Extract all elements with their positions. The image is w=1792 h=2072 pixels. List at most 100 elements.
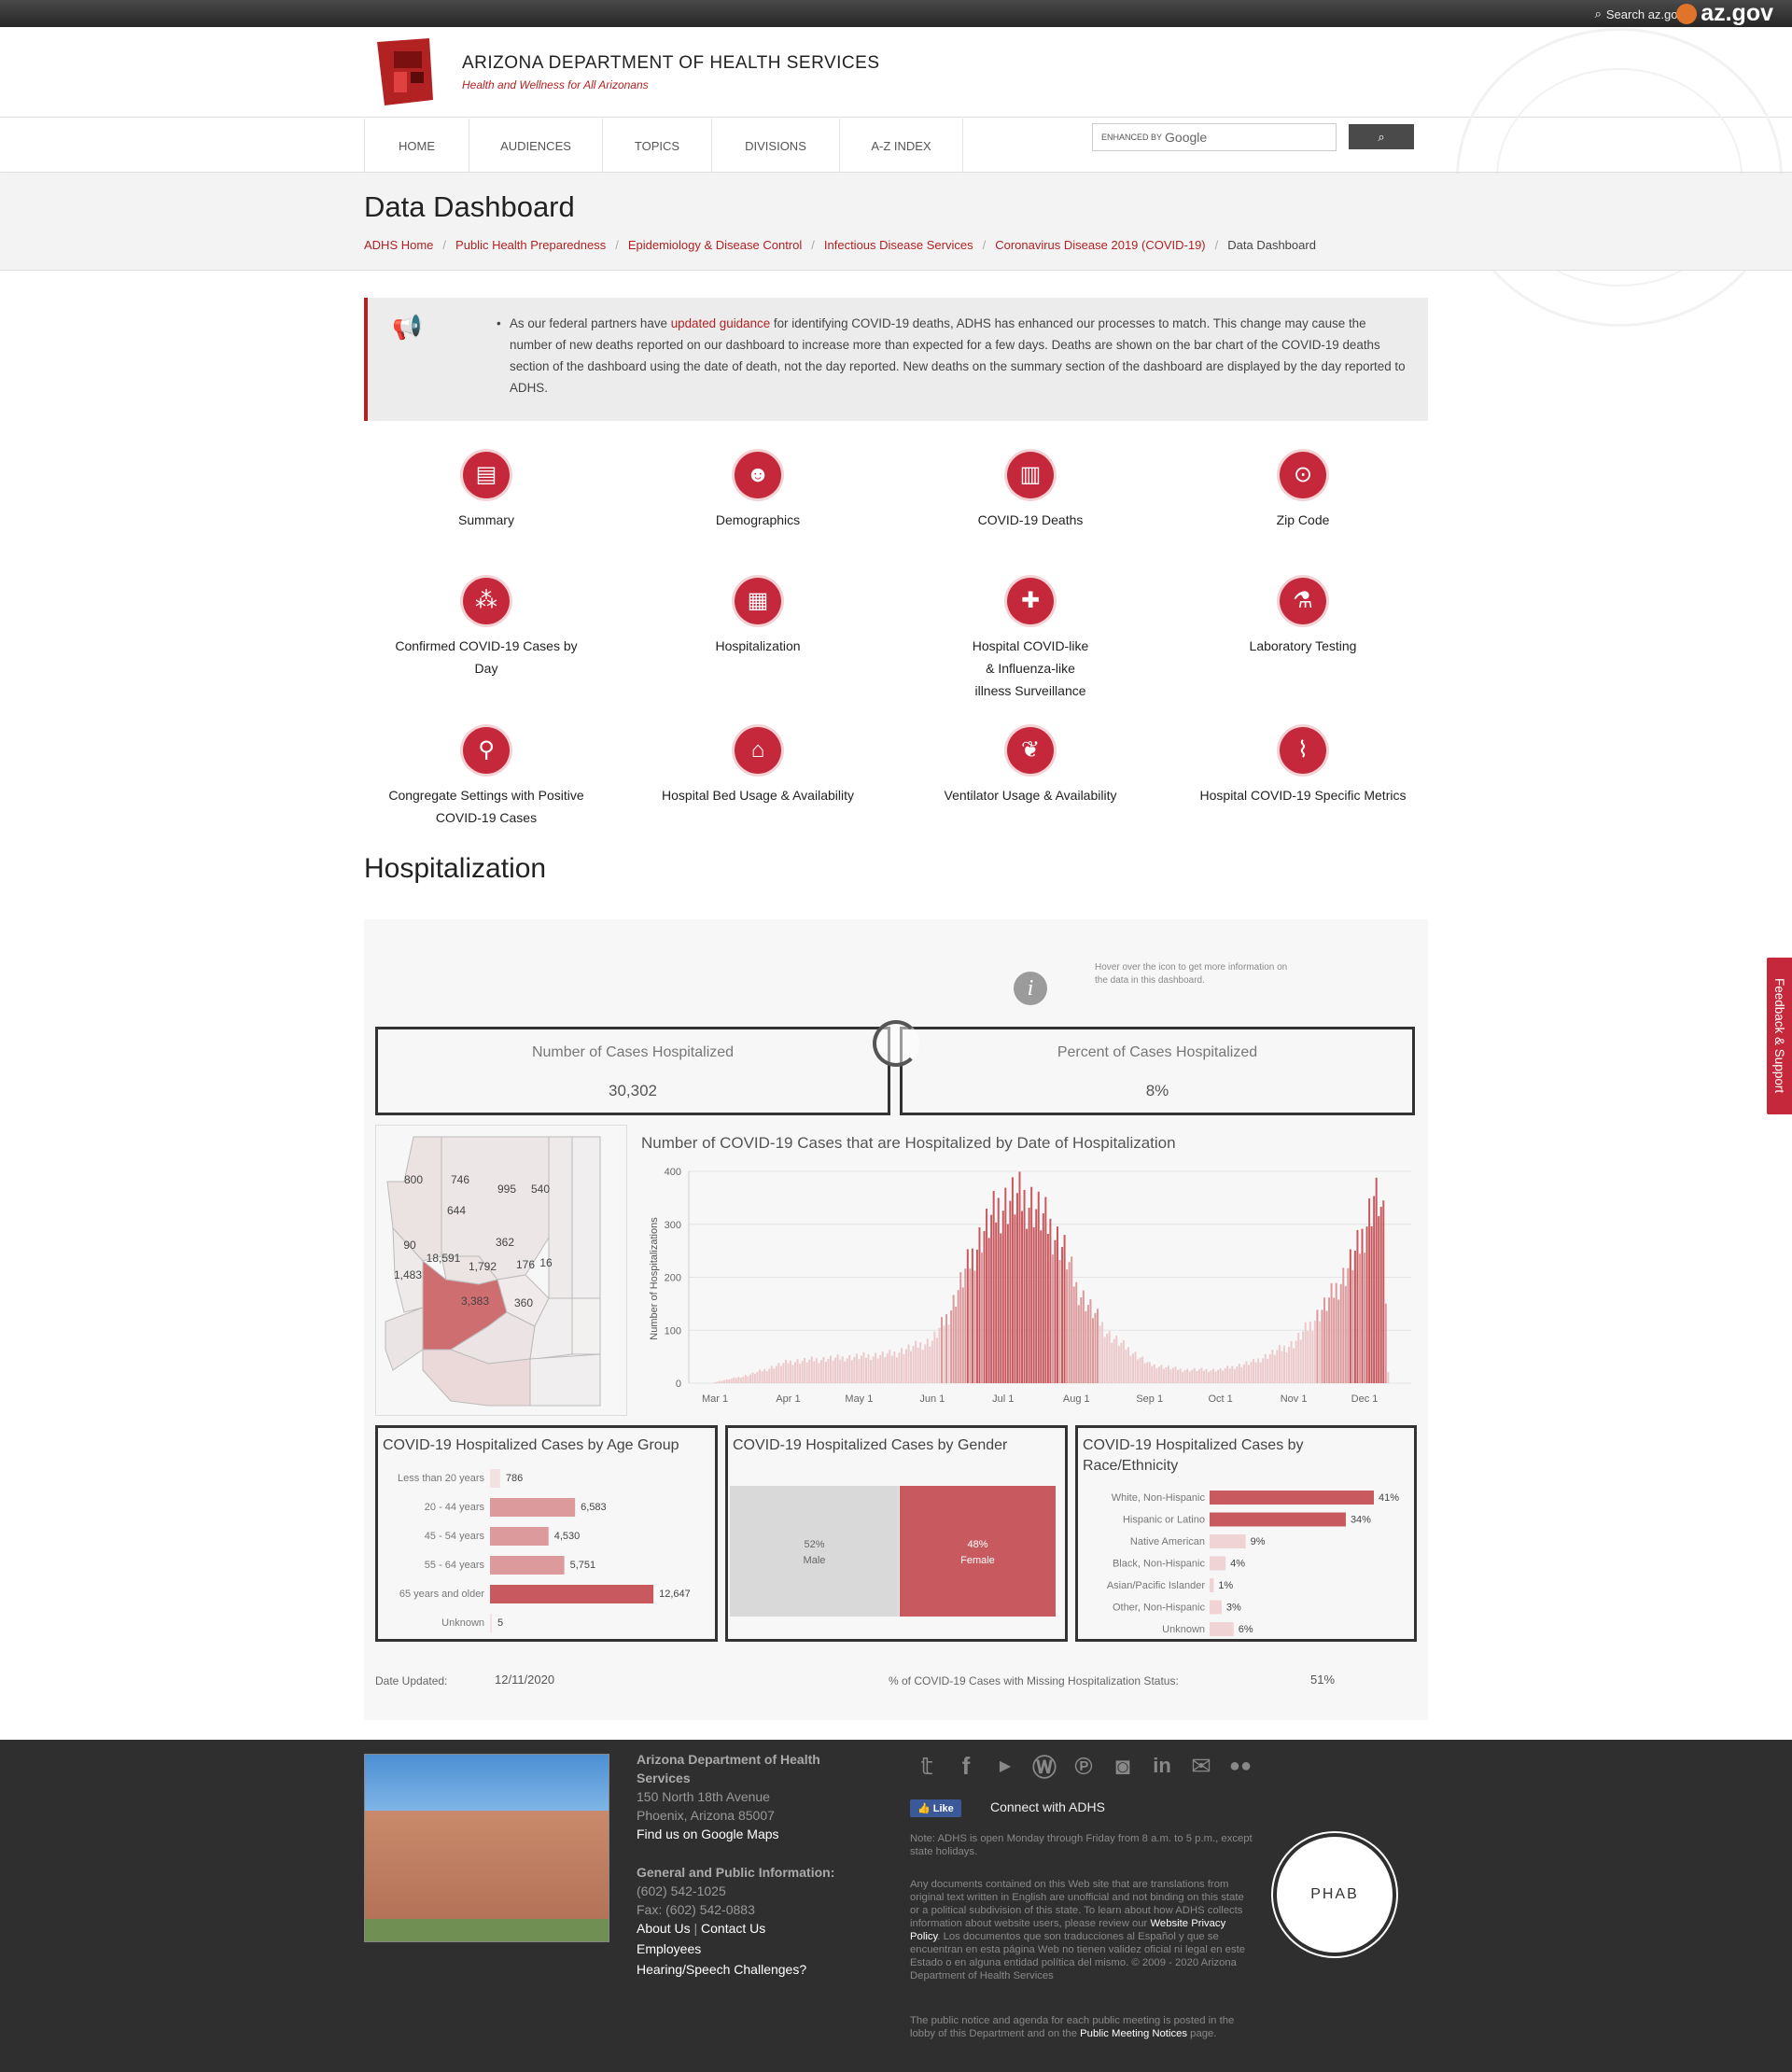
daily-bar	[898, 1352, 901, 1383]
daily-bar	[1295, 1340, 1297, 1383]
daily-bar	[947, 1324, 950, 1383]
daily-bar	[1127, 1347, 1129, 1383]
translation-disclaimer: Any documents contained on this Web site…	[910, 1878, 1255, 1982]
daily-bar	[1262, 1358, 1265, 1383]
daily-bar	[1325, 1310, 1328, 1383]
x-tick-label: Jun 1	[919, 1393, 945, 1405]
breadcrumb-public-health[interactable]: Public Health Preparedness	[455, 238, 606, 252]
tile-hospitalization[interactable]: ▦ Hospitalization	[641, 578, 875, 657]
tile-hospital-bed-usage-availability[interactable]: ⌂ Hospital Bed Usage & Availability	[641, 727, 875, 806]
twitter-icon[interactable]: 𝕥	[910, 1749, 944, 1783]
feedback-support-tab[interactable]: Feedback & Support	[1765, 956, 1792, 1116]
daily-bar	[969, 1268, 972, 1383]
wordpress-icon[interactable]: Ⓦ	[1028, 1749, 1061, 1783]
youtube-icon[interactable]: ▶	[988, 1749, 1022, 1783]
social-links: 𝕥 f ▶ Ⓦ ℗ ◙ in ✉ ●●	[910, 1749, 1257, 1783]
race-category-label: Black, Non-Hispanic	[1113, 1559, 1206, 1570]
daily-bar	[1231, 1365, 1234, 1383]
daily-bar	[1358, 1253, 1361, 1383]
breadcrumb-infectious-disease[interactable]: Infectious Disease Services	[824, 238, 973, 252]
daily-bar	[903, 1353, 905, 1383]
x-tick-label: Aug 1	[1063, 1393, 1090, 1405]
linkedin-icon[interactable]: in	[1145, 1749, 1179, 1783]
chart-title-hospitalizations: Number of COVID-19 Cases that are Hospit…	[641, 1134, 1176, 1152]
x-tick-label: Jul 1	[992, 1393, 1014, 1405]
about-us-link[interactable]: About Us	[637, 1921, 691, 1936]
instagram-icon[interactable]: ◙	[1106, 1749, 1140, 1783]
daily-bar	[1285, 1351, 1288, 1383]
info-icon[interactable]: i	[1014, 972, 1047, 1005]
daily-bar	[1183, 1370, 1186, 1383]
race-bar	[1210, 1622, 1234, 1636]
daily-bar	[784, 1359, 787, 1383]
nav-topics[interactable]: TOPICS	[602, 119, 711, 173]
test-tubes-icon: ⚗	[1280, 578, 1326, 624]
daily-bar	[1333, 1297, 1336, 1383]
tile-summary[interactable]: ▤ Summary	[370, 452, 603, 531]
email-icon[interactable]: ✉	[1184, 1749, 1218, 1783]
daily-bar	[749, 1374, 751, 1383]
daily-bar	[975, 1249, 978, 1383]
age-value-label: 4,530	[554, 1531, 581, 1542]
tile-congregate-settings-with-positive-covid-19-cases[interactable]: ⚲ Congregate Settings with Positive COVID…	[370, 727, 603, 829]
kpi-label: Number of Cases Hospitalized	[531, 1044, 735, 1060]
azgov-brand: az.gov	[1701, 0, 1773, 26]
hearing-speech-link[interactable]: Hearing/Speech Challenges?	[637, 1960, 851, 1979]
daily-bar	[1080, 1296, 1083, 1383]
azgov-search-link[interactable]: ⌕ Search az.gov	[1595, 7, 1684, 21]
nav-audiences[interactable]: AUDIENCES	[469, 119, 602, 173]
daily-bar	[1063, 1235, 1066, 1383]
updated-guidance-link[interactable]: updated guidance	[671, 316, 770, 330]
breadcrumb-adhs-home[interactable]: ADHS Home	[364, 238, 433, 252]
tile-laboratory-testing[interactable]: ⚗ Laboratory Testing	[1186, 578, 1420, 657]
nav-az-index[interactable]: A-Z INDEX	[839, 119, 963, 173]
tile-confirmed-covid-19-cases-by-day[interactable]: ⁂ Confirmed COVID-19 Cases by Day	[370, 578, 603, 679]
tile-hospital-covid-like-influenza-like-illness-surveillance[interactable]: ✚ Hospital COVID-like & Influenza-like il…	[914, 578, 1147, 702]
adhs-logo[interactable]	[377, 38, 433, 105]
daily-bar	[1233, 1368, 1236, 1383]
race-bar	[1210, 1512, 1346, 1527]
daily-bar	[862, 1351, 865, 1383]
daily-bar	[879, 1354, 882, 1383]
daily-bar	[1160, 1365, 1163, 1383]
tile-demographics[interactable]: ☻ Demographics	[641, 452, 875, 531]
facebook-icon[interactable]: f	[949, 1749, 983, 1783]
google-maps-link[interactable]: Find us on Google Maps	[637, 1825, 851, 1843]
contact-us-link[interactable]: Contact Us	[701, 1921, 765, 1936]
county-label: 90	[403, 1239, 416, 1252]
flickr-icon[interactable]: ●●	[1224, 1749, 1257, 1783]
tile-label: Summary	[458, 512, 514, 527]
azgov-logo[interactable]: az.gov	[1676, 0, 1773, 27]
race-bar	[1210, 1534, 1246, 1548]
public-meeting-notices-link[interactable]: Public Meeting Notices	[1080, 2028, 1187, 2039]
breadcrumb-epidemiology[interactable]: Epidemiology & Disease Control	[628, 238, 802, 252]
footer-address-line2: Phoenix, Arizona 85007	[637, 1808, 775, 1823]
age-bar	[490, 1469, 500, 1488]
employees-link[interactable]: Employees	[637, 1939, 851, 1958]
tile-zip-code[interactable]: ⊙ Zip Code	[1186, 452, 1420, 531]
pinterest-icon[interactable]: ℗	[1067, 1749, 1100, 1783]
breadcrumb-covid19[interactable]: Coronavirus Disease 2019 (COVID-19)	[995, 238, 1205, 252]
age-category-label: 45 - 54 years	[425, 1531, 485, 1542]
daily-bar	[1075, 1281, 1078, 1383]
tile-ventilator-usage-availability[interactable]: ❦ Ventilator Usage & Availability	[914, 727, 1147, 806]
daily-bar	[1293, 1348, 1295, 1383]
daily-bar	[1108, 1331, 1111, 1383]
county-label: 644	[447, 1204, 466, 1217]
agency-name: ARIZONA DEPARTMENT OF HEALTH SERVICES	[462, 53, 880, 73]
daily-bar	[1349, 1249, 1351, 1383]
page-title: Data Dashboard	[364, 190, 575, 223]
nav-divisions[interactable]: DIVISIONS	[711, 119, 839, 173]
search-button[interactable]: ⌕	[1349, 124, 1414, 149]
tile-hospital-covid-19-specific-metrics[interactable]: ⌇ Hospital COVID-19 Specific Metrics	[1186, 727, 1420, 806]
race-value-label: 9%	[1251, 1536, 1266, 1547]
daily-bar	[796, 1359, 799, 1383]
tile-covid-19-deaths[interactable]: ▥ COVID-19 Deaths	[914, 452, 1147, 531]
search-input[interactable]: ENHANCED BY Google	[1092, 123, 1337, 151]
nav-home[interactable]: HOME	[364, 119, 469, 173]
daily-bar	[1018, 1171, 1021, 1383]
hospitalization-bar-chart[interactable]: Number of Hospitalizations 0 100 200 300 400…	[640, 1157, 1415, 1421]
daily-bar	[1281, 1351, 1283, 1383]
facebook-like-button[interactable]: 👍 Like	[910, 1799, 961, 1817]
county-map[interactable]: 800 746 995 540 644 90 18,591 362 1,792 176 16 1,48…	[375, 1125, 627, 1416]
